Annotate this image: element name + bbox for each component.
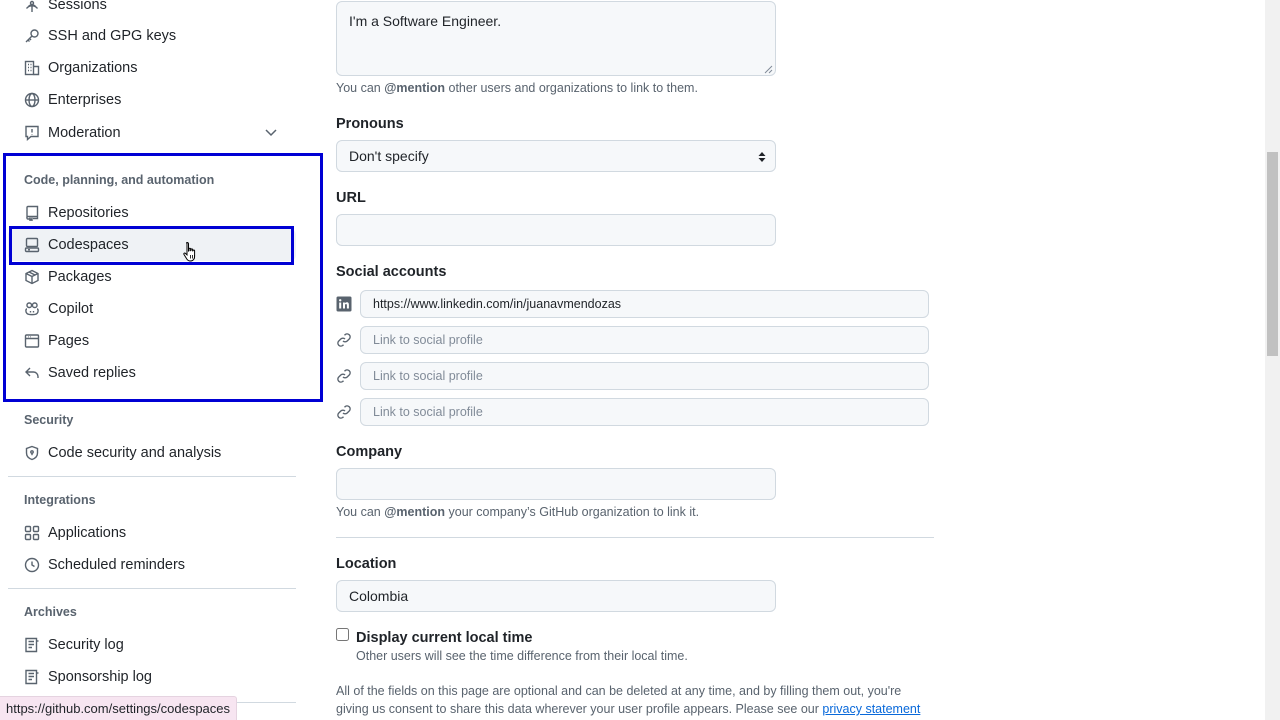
link-icon — [336, 332, 352, 348]
sidebar-item-sessions[interactable]: Sessions — [8, 0, 296, 21]
sidebar-item-label: Moderation — [48, 125, 121, 141]
sidebar-item-ssh-gpg-keys[interactable]: SSH and GPG keys — [8, 20, 296, 52]
social-link-input-1[interactable]: https://www.linkedin.com/in/juanavmendoz… — [360, 290, 929, 318]
sidebar-item-label: Pages — [48, 333, 90, 349]
privacy-notice: All of the fields on this page are optio… — [336, 684, 921, 716]
sidebar-item-pages[interactable]: Pages — [8, 325, 296, 357]
scrollbar-thumb[interactable] — [1267, 152, 1278, 356]
sidebar-item-label: Organizations — [48, 60, 138, 76]
sidebar-item-saved-replies[interactable]: Saved replies — [8, 357, 296, 389]
sidebar-item-codespaces[interactable]: Codespaces — [8, 229, 296, 261]
social-link-input-2[interactable]: Link to social profile — [360, 326, 929, 354]
company-input[interactable] — [336, 468, 776, 500]
linkedin-icon — [336, 296, 352, 312]
report-icon — [24, 125, 40, 141]
sidebar-divider — [8, 588, 296, 589]
section-heading-security: Security — [24, 413, 74, 427]
sidebar-item-enterprises[interactable]: Enterprises — [8, 84, 296, 116]
broadcast-icon — [24, 0, 40, 13]
key-icon — [24, 28, 40, 44]
section-heading-integrations: Integrations — [24, 493, 96, 507]
select-arrows-icon — [757, 150, 767, 164]
sidebar-item-moderation[interactable]: Moderation — [8, 117, 296, 149]
sidebar-item-label: Sessions — [48, 0, 107, 13]
sidebar-item-label: Codespaces — [48, 237, 129, 253]
resize-handle-icon[interactable] — [763, 64, 773, 74]
sidebar-item-label: Packages — [48, 269, 112, 285]
log-icon — [24, 669, 40, 685]
local-time-checkbox[interactable] — [336, 628, 349, 641]
section-heading-archives: Archives — [24, 605, 77, 619]
sidebar-item-label: Enterprises — [48, 92, 122, 108]
sidebar-item-packages[interactable]: Packages — [8, 261, 296, 293]
sidebar-item-label: SSH and GPG keys — [48, 28, 177, 44]
chevron-down-icon[interactable] — [264, 127, 278, 139]
form-divider — [336, 537, 934, 538]
location-label: Location — [336, 556, 397, 572]
repo-icon — [24, 205, 40, 221]
sidebar-item-label: Scheduled reminders — [48, 557, 186, 573]
social-link-input-3[interactable]: Link to social profile — [360, 362, 929, 390]
apps-icon — [24, 525, 40, 541]
globe-icon — [24, 92, 40, 108]
hand-cursor-icon — [182, 241, 200, 263]
sidebar-item-security-log[interactable]: Security log — [8, 629, 296, 661]
sidebar-item-organizations[interactable]: Organizations — [8, 52, 296, 84]
copilot-icon — [24, 301, 40, 317]
social-accounts-label: Social accounts — [336, 264, 447, 280]
organization-icon — [24, 60, 40, 76]
clock-icon — [24, 557, 40, 573]
link-icon — [336, 404, 352, 420]
bio-hint: You can @mention other users and organiz… — [336, 81, 698, 95]
sidebar-item-label: Code security and analysis — [48, 445, 222, 461]
pronouns-label: Pronouns — [336, 116, 404, 132]
url-label: URL — [336, 190, 366, 206]
browser-icon — [24, 333, 40, 349]
privacy-statement-link[interactable]: privacy statement — [822, 702, 920, 716]
sidebar-item-label: Saved replies — [48, 365, 136, 381]
package-icon — [24, 269, 40, 285]
local-time-label[interactable]: Display current local time — [356, 630, 532, 646]
local-time-hint: Other users will see the time difference… — [356, 649, 688, 663]
location-input[interactable]: Colombia — [336, 580, 776, 612]
company-hint: You can @mention your company’s GitHub o… — [336, 505, 700, 519]
sidebar-item-code-security[interactable]: Code security and analysis — [8, 437, 296, 469]
link-icon — [336, 368, 352, 384]
company-label: Company — [336, 444, 403, 460]
page-scrollbar[interactable] — [1265, 0, 1280, 720]
url-input[interactable] — [336, 214, 776, 246]
sidebar-item-scheduled-reminders[interactable]: Scheduled reminders — [8, 549, 296, 581]
reply-icon — [24, 365, 40, 381]
bio-textarea[interactable]: I'm a Software Engineer. — [336, 1, 776, 76]
sidebar-divider — [8, 476, 296, 477]
sidebar-item-applications[interactable]: Applications — [8, 517, 296, 549]
sidebar-item-label: Copilot — [48, 301, 94, 317]
shield-lock-icon — [24, 445, 40, 461]
social-link-input-4[interactable]: Link to social profile — [360, 398, 929, 426]
link-status-bar: https://github.com/settings/codespaces — [0, 696, 238, 720]
sidebar-item-label: Security log — [48, 637, 124, 653]
section-heading-code: Code, planning, and automation — [24, 173, 215, 187]
sidebar-item-label: Sponsorship log — [48, 669, 152, 685]
sidebar-item-sponsorship-log[interactable]: Sponsorship log — [8, 661, 296, 693]
sidebar-item-label: Repositories — [48, 205, 129, 221]
sidebar-item-copilot[interactable]: Copilot — [8, 293, 296, 325]
sidebar-item-repositories[interactable]: Repositories — [8, 197, 296, 229]
codespaces-icon — [24, 237, 40, 253]
pronouns-select[interactable]: Don't specify — [336, 140, 776, 172]
sidebar-item-label: Applications — [48, 525, 127, 541]
log-icon — [24, 637, 40, 653]
